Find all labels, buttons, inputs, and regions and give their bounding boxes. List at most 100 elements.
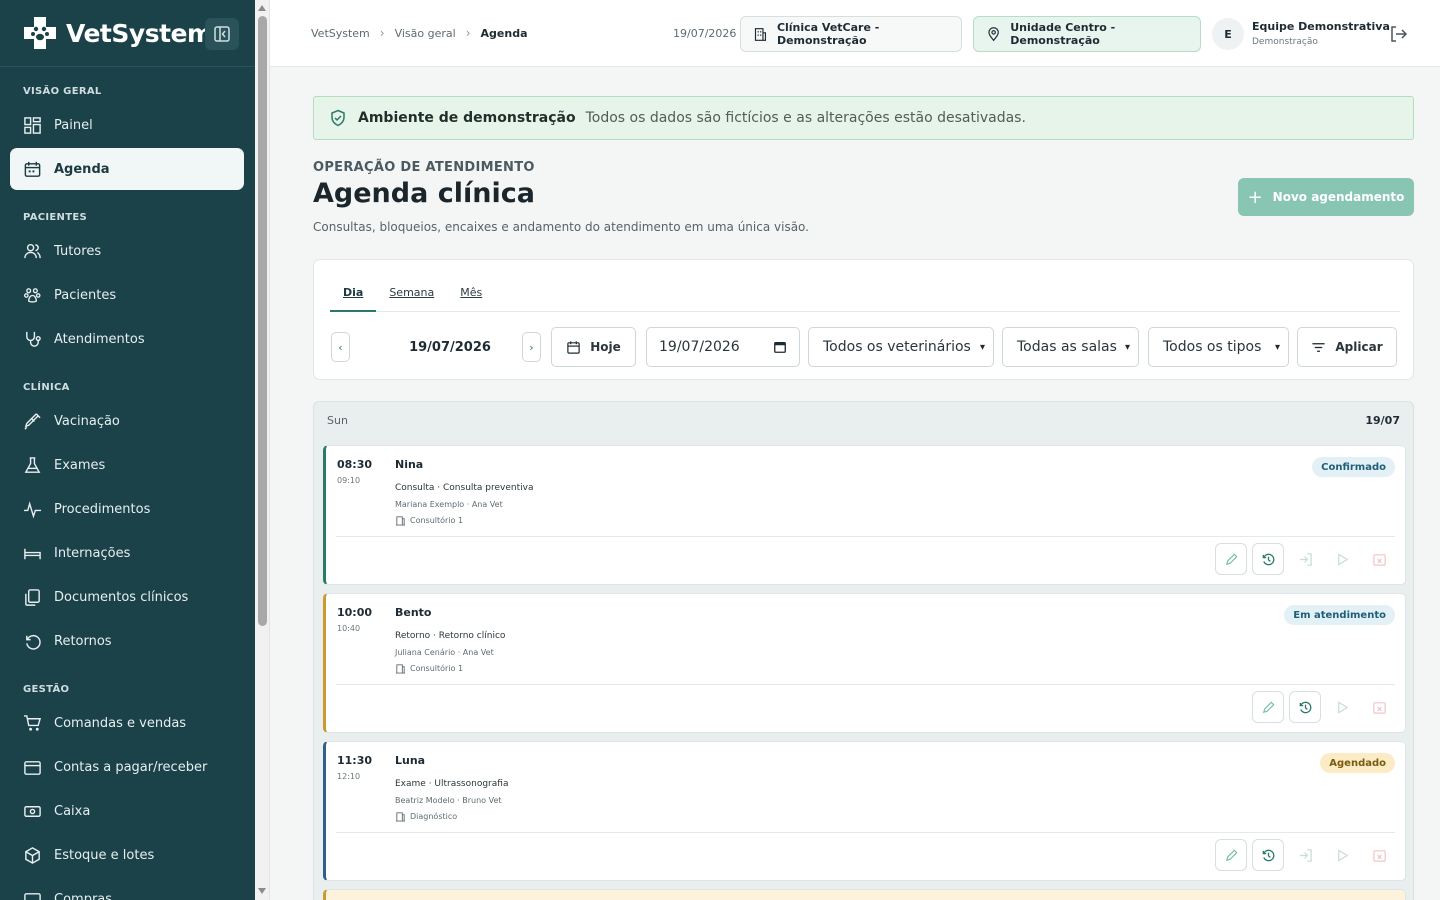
calendar-x-icon bbox=[1372, 553, 1386, 566]
appointment-card-partial[interactable] bbox=[323, 889, 1406, 900]
filter-icon bbox=[1312, 342, 1325, 352]
return-icon bbox=[26, 634, 41, 650]
cancel-button[interactable] bbox=[1363, 691, 1395, 723]
login-icon bbox=[1299, 848, 1312, 862]
new-appointment-button[interactable]: + Novo agendamento bbox=[1238, 178, 1414, 216]
sidebar-item-comandas[interactable]: Comandas e vendas bbox=[10, 702, 244, 744]
page-scrollbar[interactable] bbox=[255, 0, 270, 900]
tab-semana[interactable]: Semana bbox=[376, 280, 447, 312]
syringe-icon bbox=[24, 412, 41, 430]
avatar[interactable]: E bbox=[1212, 18, 1244, 50]
history-button[interactable] bbox=[1252, 839, 1284, 871]
calendar-picker-icon[interactable] bbox=[773, 340, 787, 354]
appointment-room: Diagnóstico bbox=[395, 811, 457, 822]
start-button[interactable] bbox=[1326, 543, 1358, 575]
scroll-up-arrow[interactable] bbox=[258, 5, 266, 11]
tab-mes[interactable]: Mês bbox=[447, 280, 495, 312]
scroll-down-arrow[interactable] bbox=[258, 888, 266, 894]
sidebar-item-pacientes[interactable]: Pacientes bbox=[10, 274, 244, 316]
plus-icon: + bbox=[1247, 186, 1263, 208]
sidebar-item-compras[interactable]: Compras bbox=[10, 878, 244, 900]
chevron-right-icon: › bbox=[529, 340, 534, 354]
appointment-people: Mariana Exemplo · Ana Vet bbox=[395, 500, 503, 509]
start-button[interactable] bbox=[1326, 839, 1358, 871]
start-button[interactable] bbox=[1326, 691, 1358, 723]
edit-button[interactable] bbox=[1215, 839, 1247, 871]
next-day-button[interactable]: › bbox=[522, 332, 541, 362]
documents-icon bbox=[25, 588, 40, 606]
type-select[interactable]: Todos os tipos ▾ bbox=[1148, 327, 1289, 367]
check-in-button[interactable] bbox=[1289, 543, 1321, 575]
sidebar-item-label: Internações bbox=[54, 545, 131, 561]
clinic-name: Clínica VetCare - Demonstração bbox=[776, 21, 880, 47]
room-label: Consultório 1 bbox=[410, 664, 464, 673]
apply-button[interactable]: Aplicar bbox=[1297, 327, 1397, 367]
vet-select-value: Todos os veterinários bbox=[823, 339, 971, 355]
cancel-button[interactable] bbox=[1363, 543, 1395, 575]
prev-day-button[interactable]: ‹ bbox=[331, 332, 350, 362]
breadcrumb-item[interactable]: Visão geral bbox=[395, 27, 456, 40]
cash-icon bbox=[24, 805, 41, 817]
sidebar-item-documentos-clinicos[interactable]: Documentos clínicos bbox=[10, 576, 244, 618]
topbar-date: 19/07/2026 bbox=[673, 27, 737, 40]
sidebar-collapse-button[interactable] bbox=[205, 18, 239, 50]
cancel-button[interactable] bbox=[1363, 839, 1395, 871]
sidebar-item-estoque[interactable]: Estoque e lotes bbox=[10, 834, 244, 876]
day-date: 19/07 bbox=[1365, 413, 1400, 427]
sidebar-item-retornos[interactable]: Retornos bbox=[10, 620, 244, 662]
logout-icon[interactable] bbox=[1388, 24, 1408, 44]
appointment-service: Exame · Ultrassonografia bbox=[395, 779, 509, 789]
pulse-icon bbox=[23, 500, 42, 518]
sidebar-item-label: Comandas e vendas bbox=[54, 715, 187, 731]
sidebar-item-agenda[interactable]: Agenda bbox=[10, 148, 244, 190]
history-button[interactable] bbox=[1289, 691, 1321, 723]
appointment-service: Retorno · Retorno clínico bbox=[395, 631, 506, 641]
purchase-icon bbox=[24, 892, 41, 900]
room-select[interactable]: Todas as salas ▾ bbox=[1002, 327, 1139, 367]
tab-dia[interactable]: Dia bbox=[330, 280, 377, 312]
appointment-card[interactable]: 08:30 09:10 Nina Consulta · Consulta pre… bbox=[323, 445, 1406, 585]
page-subtitle: Consultas, bloqueios, encaixes e andamen… bbox=[313, 220, 809, 234]
sidebar-item-tutores[interactable]: Tutores bbox=[10, 230, 244, 272]
appointment-card[interactable]: 10:00 10:40 Bento Retorno · Retorno clín… bbox=[323, 593, 1406, 733]
sidebar-item-caixa[interactable]: Caixa bbox=[10, 790, 244, 832]
scrollbar-thumb[interactable] bbox=[258, 16, 267, 626]
edit-button[interactable] bbox=[1215, 543, 1247, 575]
sidebar-item-label: Agenda bbox=[54, 161, 110, 177]
check-in-button[interactable] bbox=[1289, 839, 1321, 871]
pencil-icon bbox=[1262, 700, 1275, 713]
sidebar-item-label: Painel bbox=[54, 117, 93, 133]
appointment-room: Consultório 1 bbox=[395, 663, 463, 674]
history-button[interactable] bbox=[1252, 543, 1284, 575]
sidebar-item-atendimentos[interactable]: Atendimentos bbox=[10, 318, 244, 360]
sidebar-item-procedimentos[interactable]: Procedimentos bbox=[10, 488, 244, 530]
sidebar-item-internacoes[interactable]: Internações bbox=[10, 532, 244, 574]
dashboard-icon bbox=[24, 116, 41, 134]
today-button[interactable]: Hoje bbox=[551, 327, 636, 367]
day-weekday: Sun bbox=[327, 413, 348, 427]
edit-button[interactable] bbox=[1252, 691, 1284, 723]
type-select-value: Todos os tipos bbox=[1163, 339, 1262, 355]
pencil-icon bbox=[1225, 848, 1238, 861]
sidebar-item-vacinacao[interactable]: Vacinação bbox=[10, 400, 244, 442]
appointment-start: 11:30 bbox=[337, 754, 373, 767]
breadcrumb-item[interactable]: VetSystem bbox=[311, 27, 370, 40]
unit-selector[interactable]: Unidade Centro - Demonstração bbox=[973, 16, 1201, 52]
view-tabs: Dia Semana Mês bbox=[330, 280, 1400, 312]
sidebar-item-contas[interactable]: Contas a pagar/receber bbox=[10, 746, 244, 788]
clinic-selector[interactable]: Clínica VetCare - Demonstração bbox=[740, 16, 962, 52]
sidebar-item-painel[interactable]: Painel bbox=[10, 104, 244, 146]
breadcrumb: VetSystem › Visão geral › Agenda bbox=[311, 26, 528, 40]
room-label: Consultório 1 bbox=[410, 516, 464, 525]
stethoscope-icon bbox=[26, 331, 41, 347]
nav-section-visao-geral: VISÃO GERAL bbox=[23, 86, 102, 97]
nav-section-clinica: CLÍNICA bbox=[23, 382, 70, 393]
sidebar-item-label: Vacinação bbox=[54, 413, 120, 429]
date-input[interactable]: 19/07/2026 bbox=[646, 327, 800, 367]
appointment-card[interactable]: 11:30 12:10 Luna Exame · Ultrassonografi… bbox=[323, 741, 1406, 881]
appointment-people: Juliana Cenário · Ana Vet bbox=[395, 648, 494, 657]
vet-select[interactable]: Todos os veterinários ▾ bbox=[808, 327, 994, 367]
user-name: Equipe Demonstrativa bbox=[1252, 20, 1390, 33]
pencil-icon bbox=[1225, 552, 1238, 565]
sidebar-item-exames[interactable]: Exames bbox=[10, 444, 244, 486]
